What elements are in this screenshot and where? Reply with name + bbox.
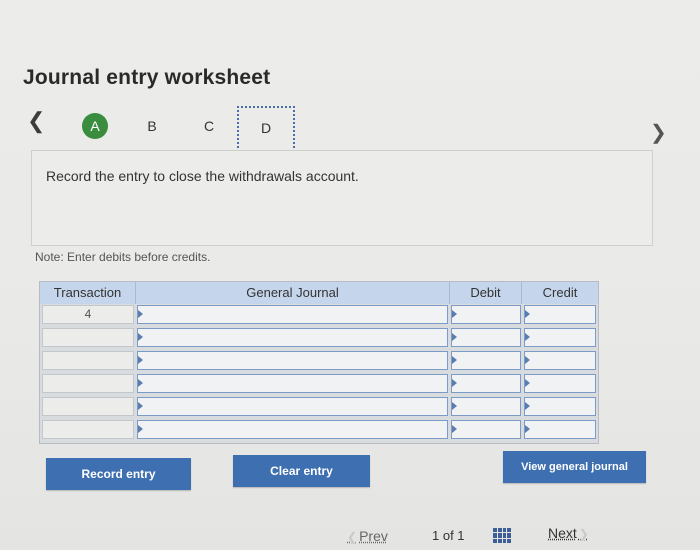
header-general-journal: General Journal — [136, 282, 450, 304]
transaction-cell: 4 — [42, 305, 134, 324]
tab-b[interactable]: B — [139, 113, 165, 139]
transaction-cell — [42, 374, 134, 393]
prompt-box: Record the entry to close the withdrawal… — [31, 150, 653, 246]
page-count: 1 of 1 — [432, 528, 465, 543]
note-text: Note: Enter debits before credits. — [35, 250, 211, 264]
next-page-link[interactable]: Next ❯ — [548, 525, 591, 541]
credit-input[interactable] — [524, 397, 596, 416]
clear-entry-button[interactable]: Clear entry — [233, 455, 370, 487]
credit-input[interactable] — [524, 351, 596, 370]
debit-input[interactable] — [451, 374, 521, 393]
tab-c[interactable]: C — [196, 113, 222, 139]
table-row — [40, 419, 598, 441]
table-row — [40, 327, 598, 349]
table-row — [40, 373, 598, 395]
table-row — [40, 350, 598, 372]
header-debit: Debit — [450, 282, 522, 304]
chevron-right-icon: ❯ — [578, 527, 589, 541]
tab-d[interactable]: D — [237, 106, 295, 152]
transaction-cell — [42, 397, 134, 416]
prompt-text: Record the entry to close the withdrawal… — [46, 168, 359, 184]
account-input[interactable] — [137, 420, 448, 439]
credit-input[interactable] — [524, 420, 596, 439]
next-label: Next — [548, 525, 577, 541]
transaction-cell — [42, 328, 134, 347]
account-input[interactable] — [137, 374, 448, 393]
worksheet-page: Journal entry worksheet ❮ A B C D ❯ Reco… — [0, 0, 700, 550]
account-input[interactable] — [137, 351, 448, 370]
chevron-left-icon: ❮ — [347, 530, 358, 544]
page-title: Journal entry worksheet — [23, 66, 271, 89]
table-row: 4 — [40, 304, 598, 326]
debit-input[interactable] — [451, 328, 521, 347]
table-row — [40, 396, 598, 418]
account-input[interactable] — [137, 305, 448, 324]
credit-input[interactable] — [524, 374, 596, 393]
journal-table: Transaction General Journal Debit Credit… — [39, 281, 599, 444]
prev-label: Prev — [359, 528, 388, 544]
debit-input[interactable] — [451, 397, 521, 416]
tab-a[interactable]: A — [82, 113, 108, 139]
account-input[interactable] — [137, 328, 448, 347]
chevron-right-icon[interactable]: ❯ — [650, 123, 670, 143]
prev-page-link[interactable]: ❮ Prev — [345, 528, 388, 544]
chevron-left-icon[interactable]: ❮ — [27, 110, 47, 132]
debit-input[interactable] — [451, 420, 521, 439]
transaction-cell — [42, 420, 134, 439]
transaction-cell — [42, 351, 134, 370]
debit-input[interactable] — [451, 351, 521, 370]
header-transaction: Transaction — [40, 282, 136, 304]
grid-icon[interactable] — [493, 528, 511, 543]
view-general-journal-button[interactable]: View general journal — [503, 451, 646, 483]
header-credit: Credit — [522, 282, 598, 304]
debit-input[interactable] — [451, 305, 521, 324]
account-input[interactable] — [137, 397, 448, 416]
credit-input[interactable] — [524, 328, 596, 347]
credit-input[interactable] — [524, 305, 596, 324]
record-entry-button[interactable]: Record entry — [46, 458, 191, 490]
